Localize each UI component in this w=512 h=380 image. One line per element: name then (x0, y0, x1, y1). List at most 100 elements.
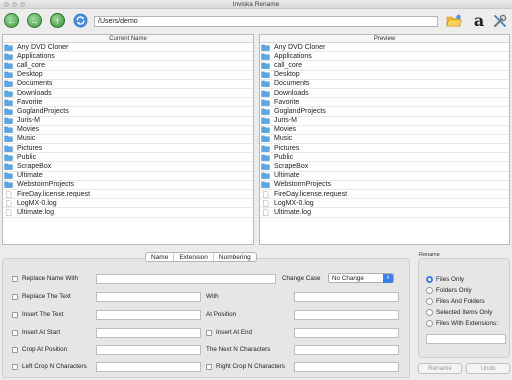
folder-icon (4, 136, 13, 143)
back-button[interactable]: ← (4, 13, 19, 28)
current-name-row[interactable]: Ultimate.log (3, 208, 253, 218)
files-with-extensions-radio[interactable] (426, 320, 433, 327)
preview-list[interactable]: Preview Any DVD Cloner Applications call_c… (259, 34, 510, 245)
current-name-row-label: Documents (17, 80, 53, 88)
current-name-row[interactable]: Movies (3, 126, 253, 135)
preview-row[interactable]: Movies (260, 126, 509, 135)
title-bar: Inviska Rename (0, 0, 512, 9)
folders-only-radio[interactable] (426, 287, 433, 294)
folder-icon (4, 154, 13, 161)
right-crop-checkbox[interactable] (206, 364, 212, 370)
current-name-row[interactable]: Juris-M (3, 117, 253, 126)
undo-button[interactable]: Undo (466, 363, 510, 374)
files-only-radio[interactable] (426, 276, 433, 283)
folder-icon (4, 99, 13, 106)
preview-row-label: Juris-M (274, 117, 297, 125)
replace-name-field[interactable] (96, 274, 276, 284)
folder-icon (261, 44, 270, 51)
folder-icon (4, 145, 13, 152)
next-n-characters-field[interactable] (294, 345, 399, 355)
replace-text-field[interactable] (96, 292, 201, 302)
left-crop-checkbox[interactable] (12, 364, 18, 370)
current-name-row-label: ScrapeBox (17, 163, 52, 171)
preview-row[interactable]: Juris-M (260, 117, 509, 126)
tab-numbering[interactable]: Numbering (214, 253, 256, 261)
folder-icon (4, 44, 13, 51)
preview-row-label: WebstormProjects (274, 181, 332, 189)
document-icon (263, 200, 269, 207)
files-only-label: Files Only (436, 276, 464, 283)
files-with-extensions-label: Files With Extensions: (436, 320, 498, 327)
open-folder-button[interactable] (446, 13, 462, 29)
current-name-rows: Any DVD Cloner Applications call_core Deskt… (3, 43, 253, 218)
insert-at-end-checkbox[interactable] (206, 330, 212, 336)
parent-folder-button[interactable]: ↑ (50, 13, 65, 28)
folder-icon (261, 172, 270, 179)
folder-icon (4, 163, 13, 170)
extensions-input[interactable] (426, 334, 506, 344)
current-name-list[interactable]: Current Name Any DVD Cloner Applications c… (2, 34, 254, 245)
insert-at-start-checkbox[interactable] (12, 330, 18, 336)
current-name-row-label: Movies (17, 126, 40, 134)
tab-name[interactable]: Name (146, 253, 175, 261)
preview-row-label: Ultimate.log (274, 208, 311, 216)
at-position-field[interactable] (294, 310, 399, 320)
with-label: With (206, 293, 219, 300)
forward-button[interactable]: → (27, 13, 42, 28)
with-field[interactable] (294, 292, 399, 302)
rename-button[interactable]: Rename (418, 363, 462, 374)
right-crop-field[interactable] (294, 362, 399, 372)
replace-text-checkbox[interactable] (12, 294, 18, 300)
insert-text-checkbox[interactable] (12, 312, 18, 318)
folder-icon (4, 126, 13, 134)
left-crop-field[interactable] (96, 362, 201, 372)
preview-row-label: Public (274, 153, 294, 161)
path-input[interactable]: /Users/demo (94, 16, 438, 27)
folder-icon (261, 53, 270, 60)
preview-row-label: Desktop (274, 71, 300, 79)
current-name-row-label: WebstormProjects (17, 181, 75, 189)
at-position-label: At Position (206, 311, 237, 318)
current-name-row-label: Ultimate.log (17, 208, 54, 216)
current-name-row-label: Any DVD Cloner (17, 43, 69, 51)
replace-name-checkbox[interactable] (12, 276, 18, 282)
preview-row-label: Any DVD Cloner (274, 43, 326, 51)
settings-button[interactable] (492, 13, 508, 29)
tab-extension[interactable]: Extension (174, 253, 214, 261)
right-crop-label: Right Crop N Characters (216, 363, 285, 370)
folder-icon (261, 90, 270, 97)
text-case-icon[interactable]: a (471, 13, 487, 29)
change-case-value: No Change (332, 275, 364, 282)
selected-items-radio[interactable] (426, 309, 433, 316)
insert-text-field[interactable] (96, 310, 201, 320)
preview-row[interactable]: Ultimate.log (260, 208, 509, 218)
crop-at-position-checkbox[interactable] (12, 347, 18, 353)
crop-at-position-field[interactable] (96, 345, 201, 355)
insert-at-end-field[interactable] (294, 328, 399, 338)
preview-row[interactable]: Pictures (260, 144, 509, 154)
options-tabs: Name Extension Numbering (145, 252, 257, 262)
current-name-row[interactable]: GoglandProjects (3, 107, 253, 117)
window-title: Inviska Rename (232, 1, 280, 8)
arrow-up-icon: ↑ (55, 15, 60, 26)
current-name-row-label: Public (17, 153, 37, 161)
current-name-row-label: LogMX-0.log (17, 199, 57, 207)
current-name-row-label: call_core (17, 61, 46, 69)
change-case-select[interactable]: No Change ⇳ (328, 273, 394, 283)
refresh-button[interactable] (73, 13, 88, 28)
refresh-icon (73, 13, 88, 28)
current-name-row-label: Juris-M (17, 117, 40, 125)
app-window: Inviska Rename ← → ↑ /Users/demo a Curre… (0, 0, 512, 380)
insert-at-start-field[interactable] (96, 328, 201, 338)
folder-icon (261, 136, 270, 143)
document-icon (6, 190, 12, 198)
preview-row[interactable]: GoglandProjects (260, 107, 509, 117)
preview-row-label: Documents (274, 80, 310, 88)
current-name-row[interactable]: Pictures (3, 144, 253, 154)
preview-row-label: Ultimate (274, 172, 300, 180)
folder-icon (261, 182, 270, 189)
folder-icon (261, 126, 270, 134)
folder-icon (261, 108, 270, 115)
next-n-characters-label: The Next N Characters (206, 346, 271, 353)
files-and-folders-radio[interactable] (426, 298, 433, 305)
